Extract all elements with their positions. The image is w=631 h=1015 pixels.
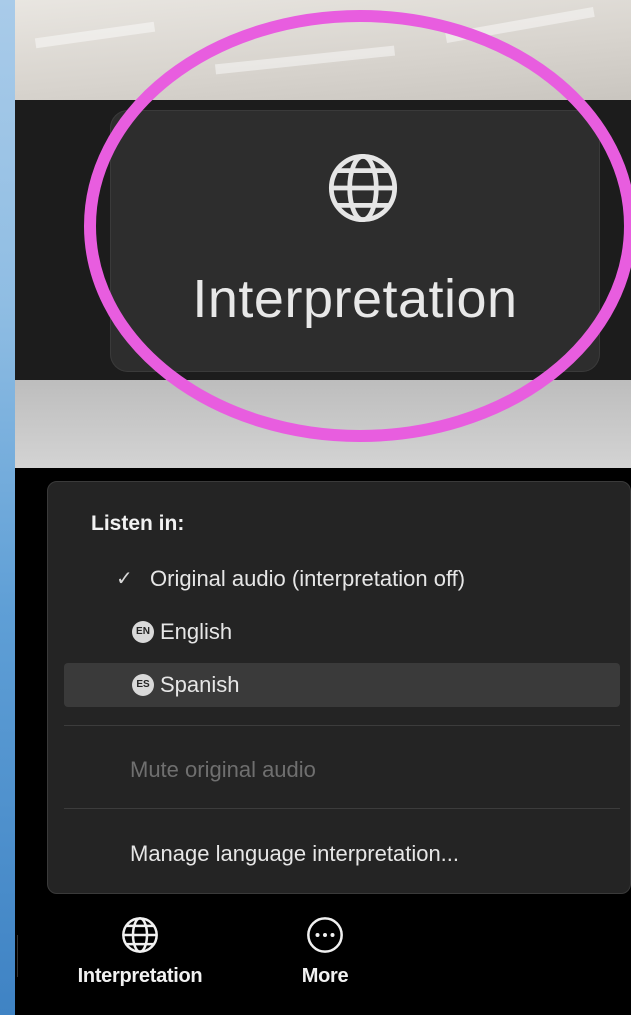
more-button-label: More bbox=[301, 965, 349, 987]
zoomed-screenshot: Interpretation bbox=[15, 0, 631, 468]
menu-item-english[interactable]: EN English bbox=[64, 610, 620, 654]
menu-item-mute-original-audio: Mute original audio bbox=[64, 748, 620, 792]
globe-icon bbox=[122, 917, 158, 953]
highlight-circle bbox=[84, 10, 631, 442]
menu-divider bbox=[64, 808, 620, 809]
more-button[interactable]: More bbox=[280, 915, 370, 1010]
original-audio-label: Original audio (interpretation off) bbox=[150, 566, 466, 591]
background-strip bbox=[0, 0, 15, 1015]
spanish-label: Spanish bbox=[160, 672, 240, 697]
menu-item-original-audio[interactable]: ✓ Original audio (interpretation off) bbox=[64, 557, 620, 601]
english-label: English bbox=[160, 619, 233, 644]
more-icon bbox=[307, 917, 343, 953]
menu-item-spanish[interactable]: ES Spanish bbox=[64, 663, 620, 707]
toolbar-separator bbox=[17, 935, 18, 977]
manage-language-interpretation-label: Manage language interpretation... bbox=[130, 841, 460, 866]
interpretation-menu: Listen in: ✓ Original audio (interpretat… bbox=[47, 481, 631, 894]
menu-item-manage-language-interpretation[interactable]: Manage language interpretation... bbox=[64, 832, 620, 876]
listen-in-heading: Listen in: bbox=[91, 512, 185, 535]
checkmark-icon: ✓ bbox=[116, 568, 133, 590]
menu-divider bbox=[64, 725, 620, 726]
spanish-badge-icon: ES bbox=[132, 674, 154, 696]
meeting-toolbar: Interpretation More bbox=[15, 905, 631, 1015]
interpretation-button-label: Interpretation bbox=[77, 965, 203, 987]
interpretation-button[interactable]: Interpretation bbox=[60, 915, 220, 1010]
english-badge-icon: EN bbox=[132, 621, 154, 643]
mute-original-audio-label: Mute original audio bbox=[130, 757, 316, 782]
